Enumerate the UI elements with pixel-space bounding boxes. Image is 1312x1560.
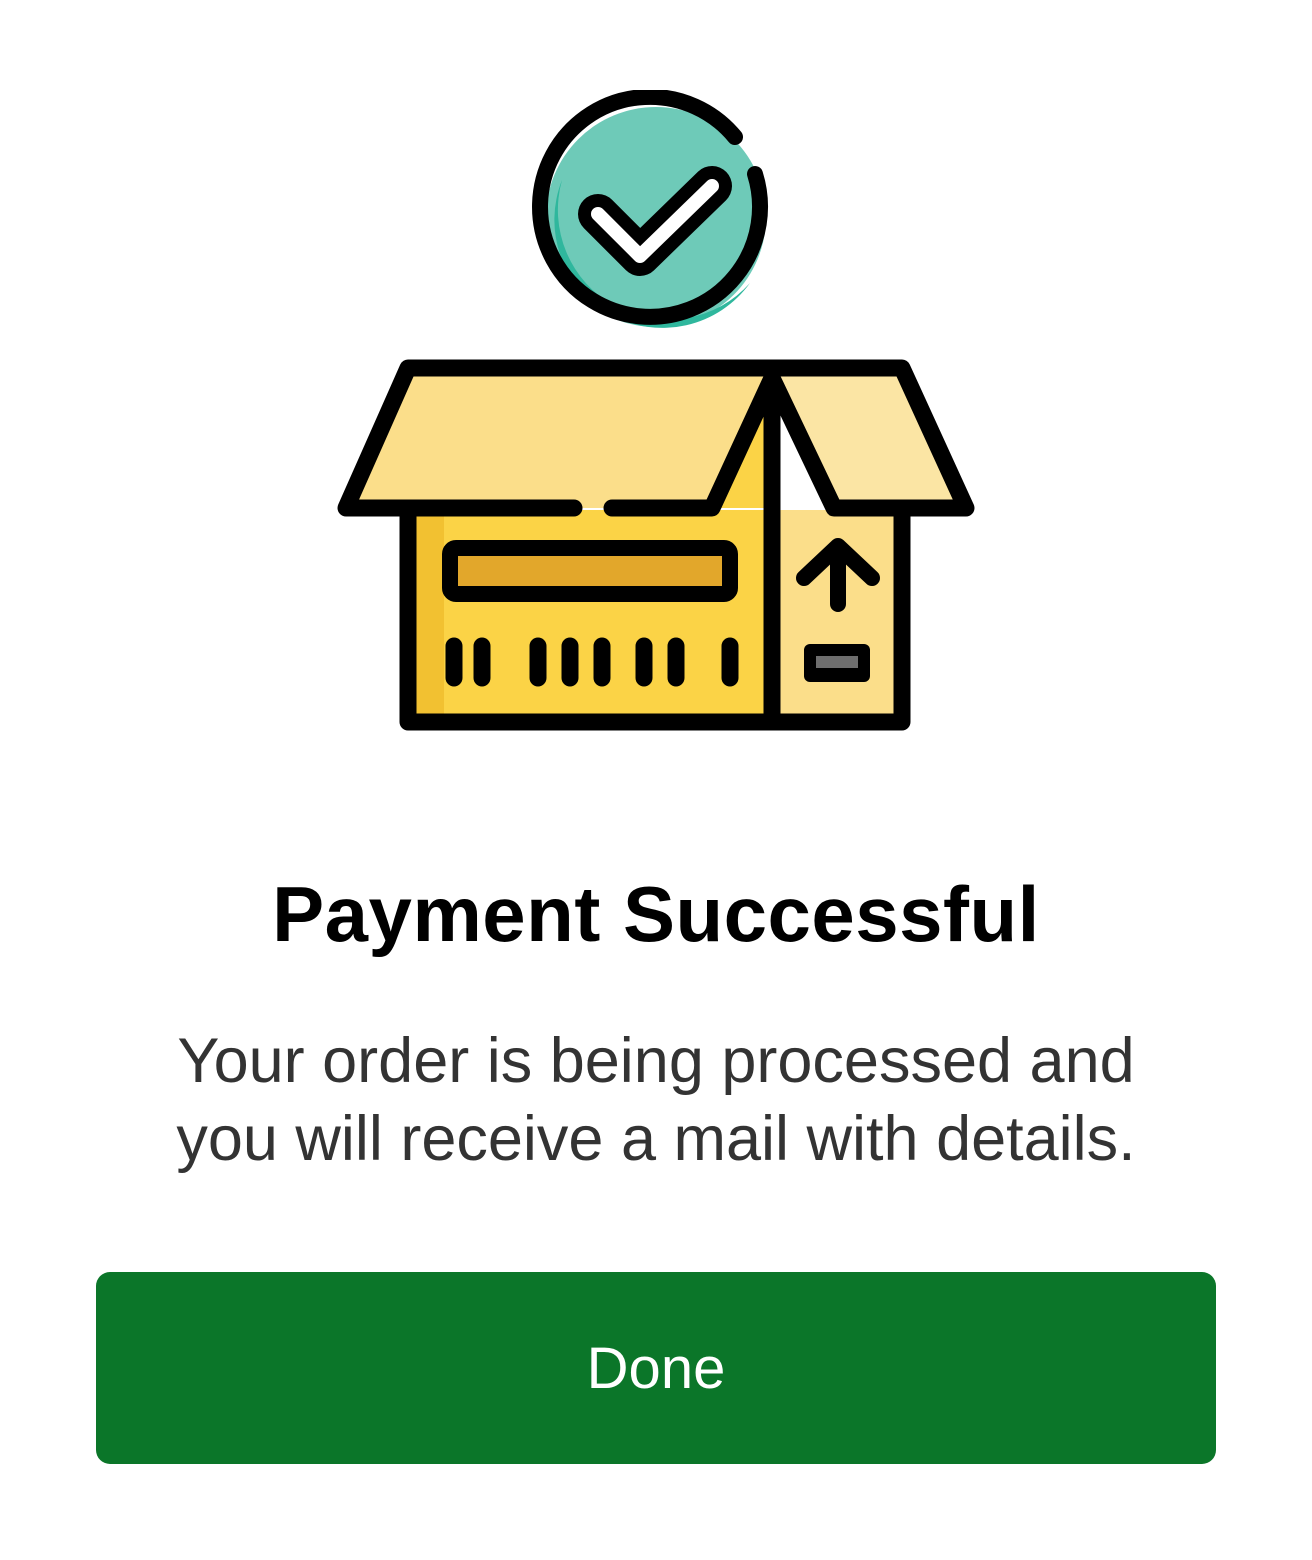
message-line-2: you will receive a mail with details.: [176, 1104, 1136, 1174]
page-title: Payment Successful: [272, 870, 1040, 958]
message-line-1: Your order is being processed and: [177, 1026, 1135, 1096]
open-box-icon: [337, 359, 975, 731]
done-button[interactable]: Done: [96, 1272, 1216, 1464]
check-badge-icon: [532, 88, 769, 328]
confirmation-message: Your order is being processed and you wi…: [120, 1022, 1192, 1178]
payment-success-illustration: [320, 88, 992, 750]
